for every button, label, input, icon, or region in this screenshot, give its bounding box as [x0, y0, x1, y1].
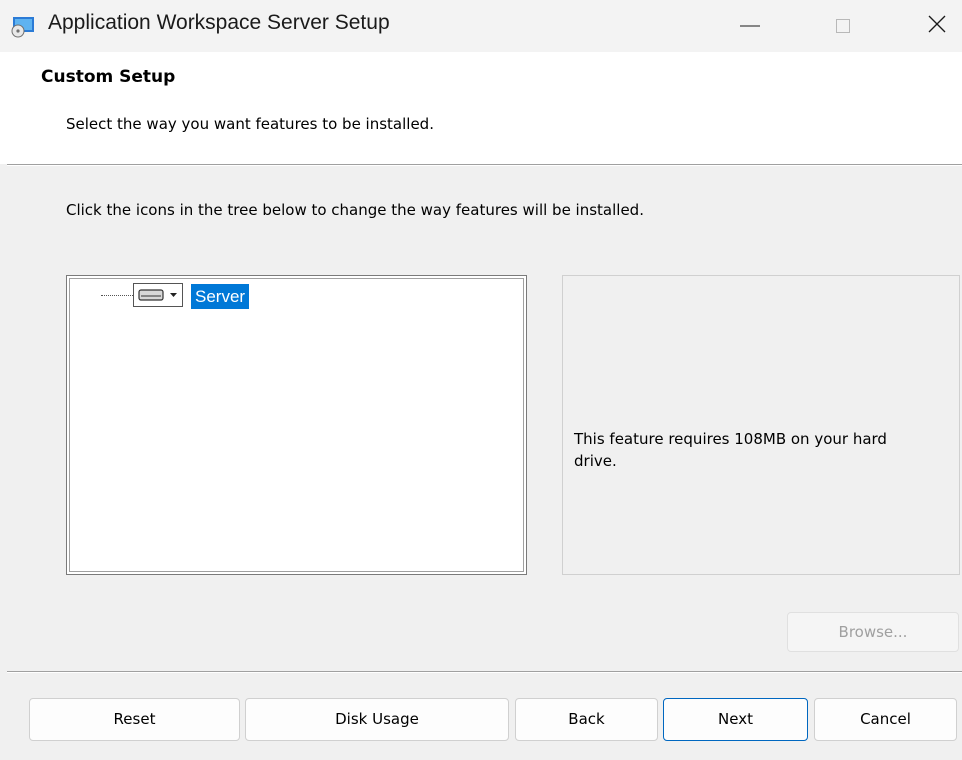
minimize-icon	[740, 25, 760, 27]
disk-usage-button-label: Disk Usage	[335, 710, 419, 728]
page-subtitle: Select the way you want features to be i…	[66, 115, 434, 133]
feature-tree[interactable]: Server	[66, 275, 527, 575]
feature-install-state-button[interactable]	[133, 283, 183, 307]
feature-tree-inner: Server	[69, 278, 524, 572]
installer-app-icon	[10, 13, 36, 39]
disk-usage-button[interactable]: Disk Usage	[245, 698, 509, 741]
maximize-button[interactable]	[814, 0, 870, 52]
next-button[interactable]: Next	[663, 698, 808, 741]
reset-button[interactable]: Reset	[29, 698, 240, 741]
header-banner: Custom Setup Select the way you want fea…	[0, 52, 962, 164]
minimize-button[interactable]	[722, 0, 778, 52]
cancel-button[interactable]: Cancel	[814, 698, 957, 741]
cancel-button-label: Cancel	[860, 710, 911, 728]
close-button[interactable]	[910, 0, 962, 52]
next-button-label: Next	[718, 710, 753, 728]
back-button[interactable]: Back	[515, 698, 658, 741]
tree-item-server[interactable]: Server	[191, 284, 250, 309]
browse-button-label: Browse...	[838, 623, 908, 641]
title-bar: Application Workspace Server Setup	[0, 0, 962, 52]
page-title: Custom Setup	[41, 67, 176, 87]
maximize-icon	[836, 19, 850, 33]
reset-button-label: Reset	[113, 710, 156, 728]
footer-divider	[7, 671, 962, 673]
hard-drive-icon	[133, 283, 183, 307]
close-icon	[928, 15, 946, 33]
tree-connector-line	[101, 295, 133, 296]
feature-description-panel: This feature requires 108MB on your hard…	[562, 275, 960, 575]
window-title: Application Workspace Server Setup	[48, 11, 390, 34]
feature-description-text: This feature requires 108MB on your hard…	[574, 430, 887, 470]
header-divider	[7, 164, 962, 166]
instructions-text: Click the icons in the tree below to cha…	[66, 201, 644, 219]
back-button-label: Back	[568, 710, 605, 728]
browse-button[interactable]: Browse...	[787, 612, 959, 652]
